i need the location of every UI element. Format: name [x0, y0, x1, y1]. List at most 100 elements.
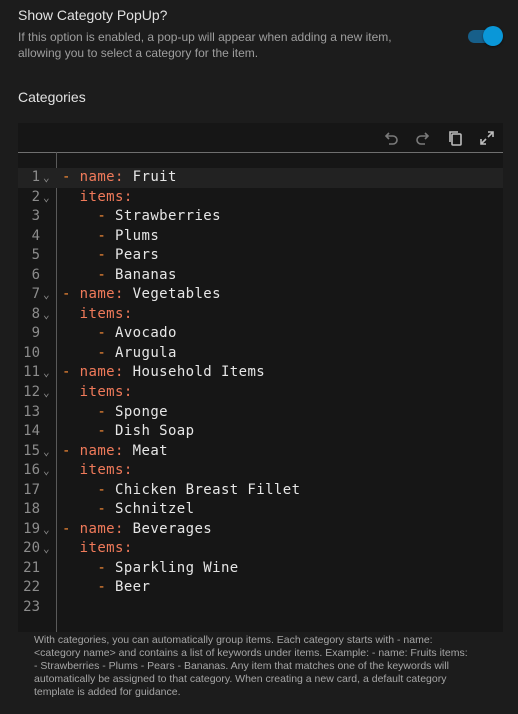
yaml-value: Beer — [115, 579, 151, 596]
code-line[interactable]: 14 - Dish Soap — [18, 422, 503, 442]
line-number: 17 — [23, 481, 40, 498]
undo-button[interactable] — [380, 127, 402, 149]
setting-title: Show Categoty PopUp? — [18, 7, 168, 23]
code-line[interactable]: 6 - Bananas — [18, 266, 503, 286]
line-content: - Strawberries — [62, 207, 221, 227]
line-number: 3 — [31, 208, 40, 225]
line-number: 15 — [23, 442, 40, 459]
list-dash: - — [97, 247, 115, 264]
key-separator: : — [115, 520, 133, 537]
yaml-value: Vegetables — [132, 286, 221, 303]
yaml-value: Sponge — [115, 403, 168, 420]
copy-button[interactable] — [444, 127, 466, 149]
line-number: 6 — [31, 266, 40, 283]
code-line[interactable]: 13 - Sponge — [18, 403, 503, 423]
code-line[interactable]: 11 ⌄ - name: Household Items — [18, 363, 503, 383]
line-content: - Plums — [62, 227, 159, 247]
key-separator: : — [123, 540, 133, 557]
fold-chevron-icon[interactable]: ⌄ — [43, 383, 50, 403]
line-number: 1 — [31, 169, 40, 185]
line-content: items: — [62, 461, 133, 481]
yaml-value: Strawberries — [115, 208, 221, 225]
line-content: - Bananas — [62, 266, 177, 286]
code-line[interactable]: 9 - Avocado — [18, 324, 503, 344]
fold-chevron-icon[interactable]: ⌄ — [43, 539, 50, 559]
fold-chevron-icon[interactable]: ⌄ — [43, 305, 50, 325]
yaml-key: name — [79, 364, 115, 381]
yaml-value: Meat — [132, 442, 168, 459]
yaml-key: name — [79, 286, 115, 303]
fold-chevron-icon[interactable]: ⌄ — [43, 168, 50, 188]
yaml-key: items — [79, 384, 124, 401]
yaml-key: name — [79, 169, 115, 185]
line-number: 4 — [31, 227, 40, 244]
yaml-value: Chicken Breast Fillet — [115, 481, 301, 498]
line-number: 20 — [23, 540, 40, 557]
helper-text: With categories, you can automatically g… — [34, 634, 468, 698]
fold-chevron-icon[interactable]: ⌄ — [43, 363, 50, 383]
code-line[interactable]: 7 ⌄ - name: Vegetables — [18, 285, 503, 305]
line-number: 23 — [23, 599, 40, 616]
yaml-key: items — [79, 462, 124, 479]
code-line[interactable]: 4 - Plums — [18, 227, 503, 247]
code-line[interactable]: 12 ⌄ items: — [18, 383, 503, 403]
list-dash: - — [97, 325, 115, 342]
code-line[interactable]: 8 ⌄ items: — [18, 305, 503, 325]
fold-chevron-icon[interactable]: ⌄ — [43, 188, 50, 208]
code-line[interactable]: 15 ⌄ - name: Meat — [18, 442, 503, 462]
fold-chevron-icon[interactable]: ⌄ — [43, 461, 50, 481]
code-line[interactable]: 16 ⌄ items: — [18, 461, 503, 481]
code-line[interactable]: 2 ⌄ items: — [18, 188, 503, 208]
list-dash: - — [97, 559, 115, 576]
line-content: - Sparkling Wine — [62, 559, 239, 579]
list-dash: - — [62, 442, 80, 459]
line-content: - Beer — [62, 578, 150, 598]
redo-button[interactable] — [412, 127, 434, 149]
code-line[interactable]: 19 ⌄ - name: Beverages — [18, 520, 503, 540]
fold-chevron-icon[interactable]: ⌄ — [43, 442, 50, 462]
line-content: - Pears — [62, 246, 159, 266]
code-line[interactable]: 18 - Schnitzel — [18, 500, 503, 520]
line-number: 10 — [23, 344, 40, 361]
code-line[interactable]: 10 - Arugula — [18, 344, 503, 364]
yaml-value: Household Items — [132, 364, 266, 381]
category-popup-toggle[interactable] — [466, 25, 503, 46]
list-dash: - — [97, 266, 115, 283]
yaml-key: items — [79, 540, 124, 557]
key-separator: : — [115, 364, 133, 381]
fold-chevron-icon[interactable]: ⌄ — [43, 520, 50, 540]
list-dash: - — [62, 520, 80, 537]
line-number: 14 — [23, 423, 40, 440]
yaml-code-editor[interactable]: 1 ⌄ - name: Fruit 2 ⌄ items: 3 - Strawberries… — [18, 123, 503, 632]
code-line[interactable]: 22 - Beer — [18, 578, 503, 598]
yaml-value: Bananas — [115, 266, 177, 283]
code-line[interactable]: 20 ⌄ items: — [18, 539, 503, 559]
fold-chevron-icon[interactable]: ⌄ — [43, 285, 50, 305]
line-content: - name: Household Items — [62, 363, 265, 383]
key-separator: : — [123, 384, 133, 401]
list-dash: - — [62, 169, 80, 185]
list-dash: - — [62, 364, 80, 381]
list-dash: - — [97, 208, 115, 225]
code-line[interactable]: 5 - Pears — [18, 246, 503, 266]
line-content: - Avocado — [62, 324, 177, 344]
code-line[interactable]: 23 — [18, 598, 503, 618]
setting-description: If this option is enabled, a pop-up will… — [18, 30, 392, 60]
code-line[interactable]: 21 - Sparkling Wine — [18, 559, 503, 579]
code-line[interactable]: 1 ⌄ - name: Fruit — [18, 168, 503, 188]
fullscreen-button[interactable] — [476, 127, 498, 149]
key-separator: : — [123, 188, 133, 205]
code-lines[interactable]: 1 ⌄ - name: Fruit 2 ⌄ items: 3 - Strawberries… — [18, 168, 503, 618]
key-separator: : — [115, 442, 133, 459]
redo-icon — [416, 132, 430, 145]
code-line[interactable]: 17 - Chicken Breast Fillet — [18, 481, 503, 501]
code-line[interactable]: 3 - Strawberries — [18, 207, 503, 227]
